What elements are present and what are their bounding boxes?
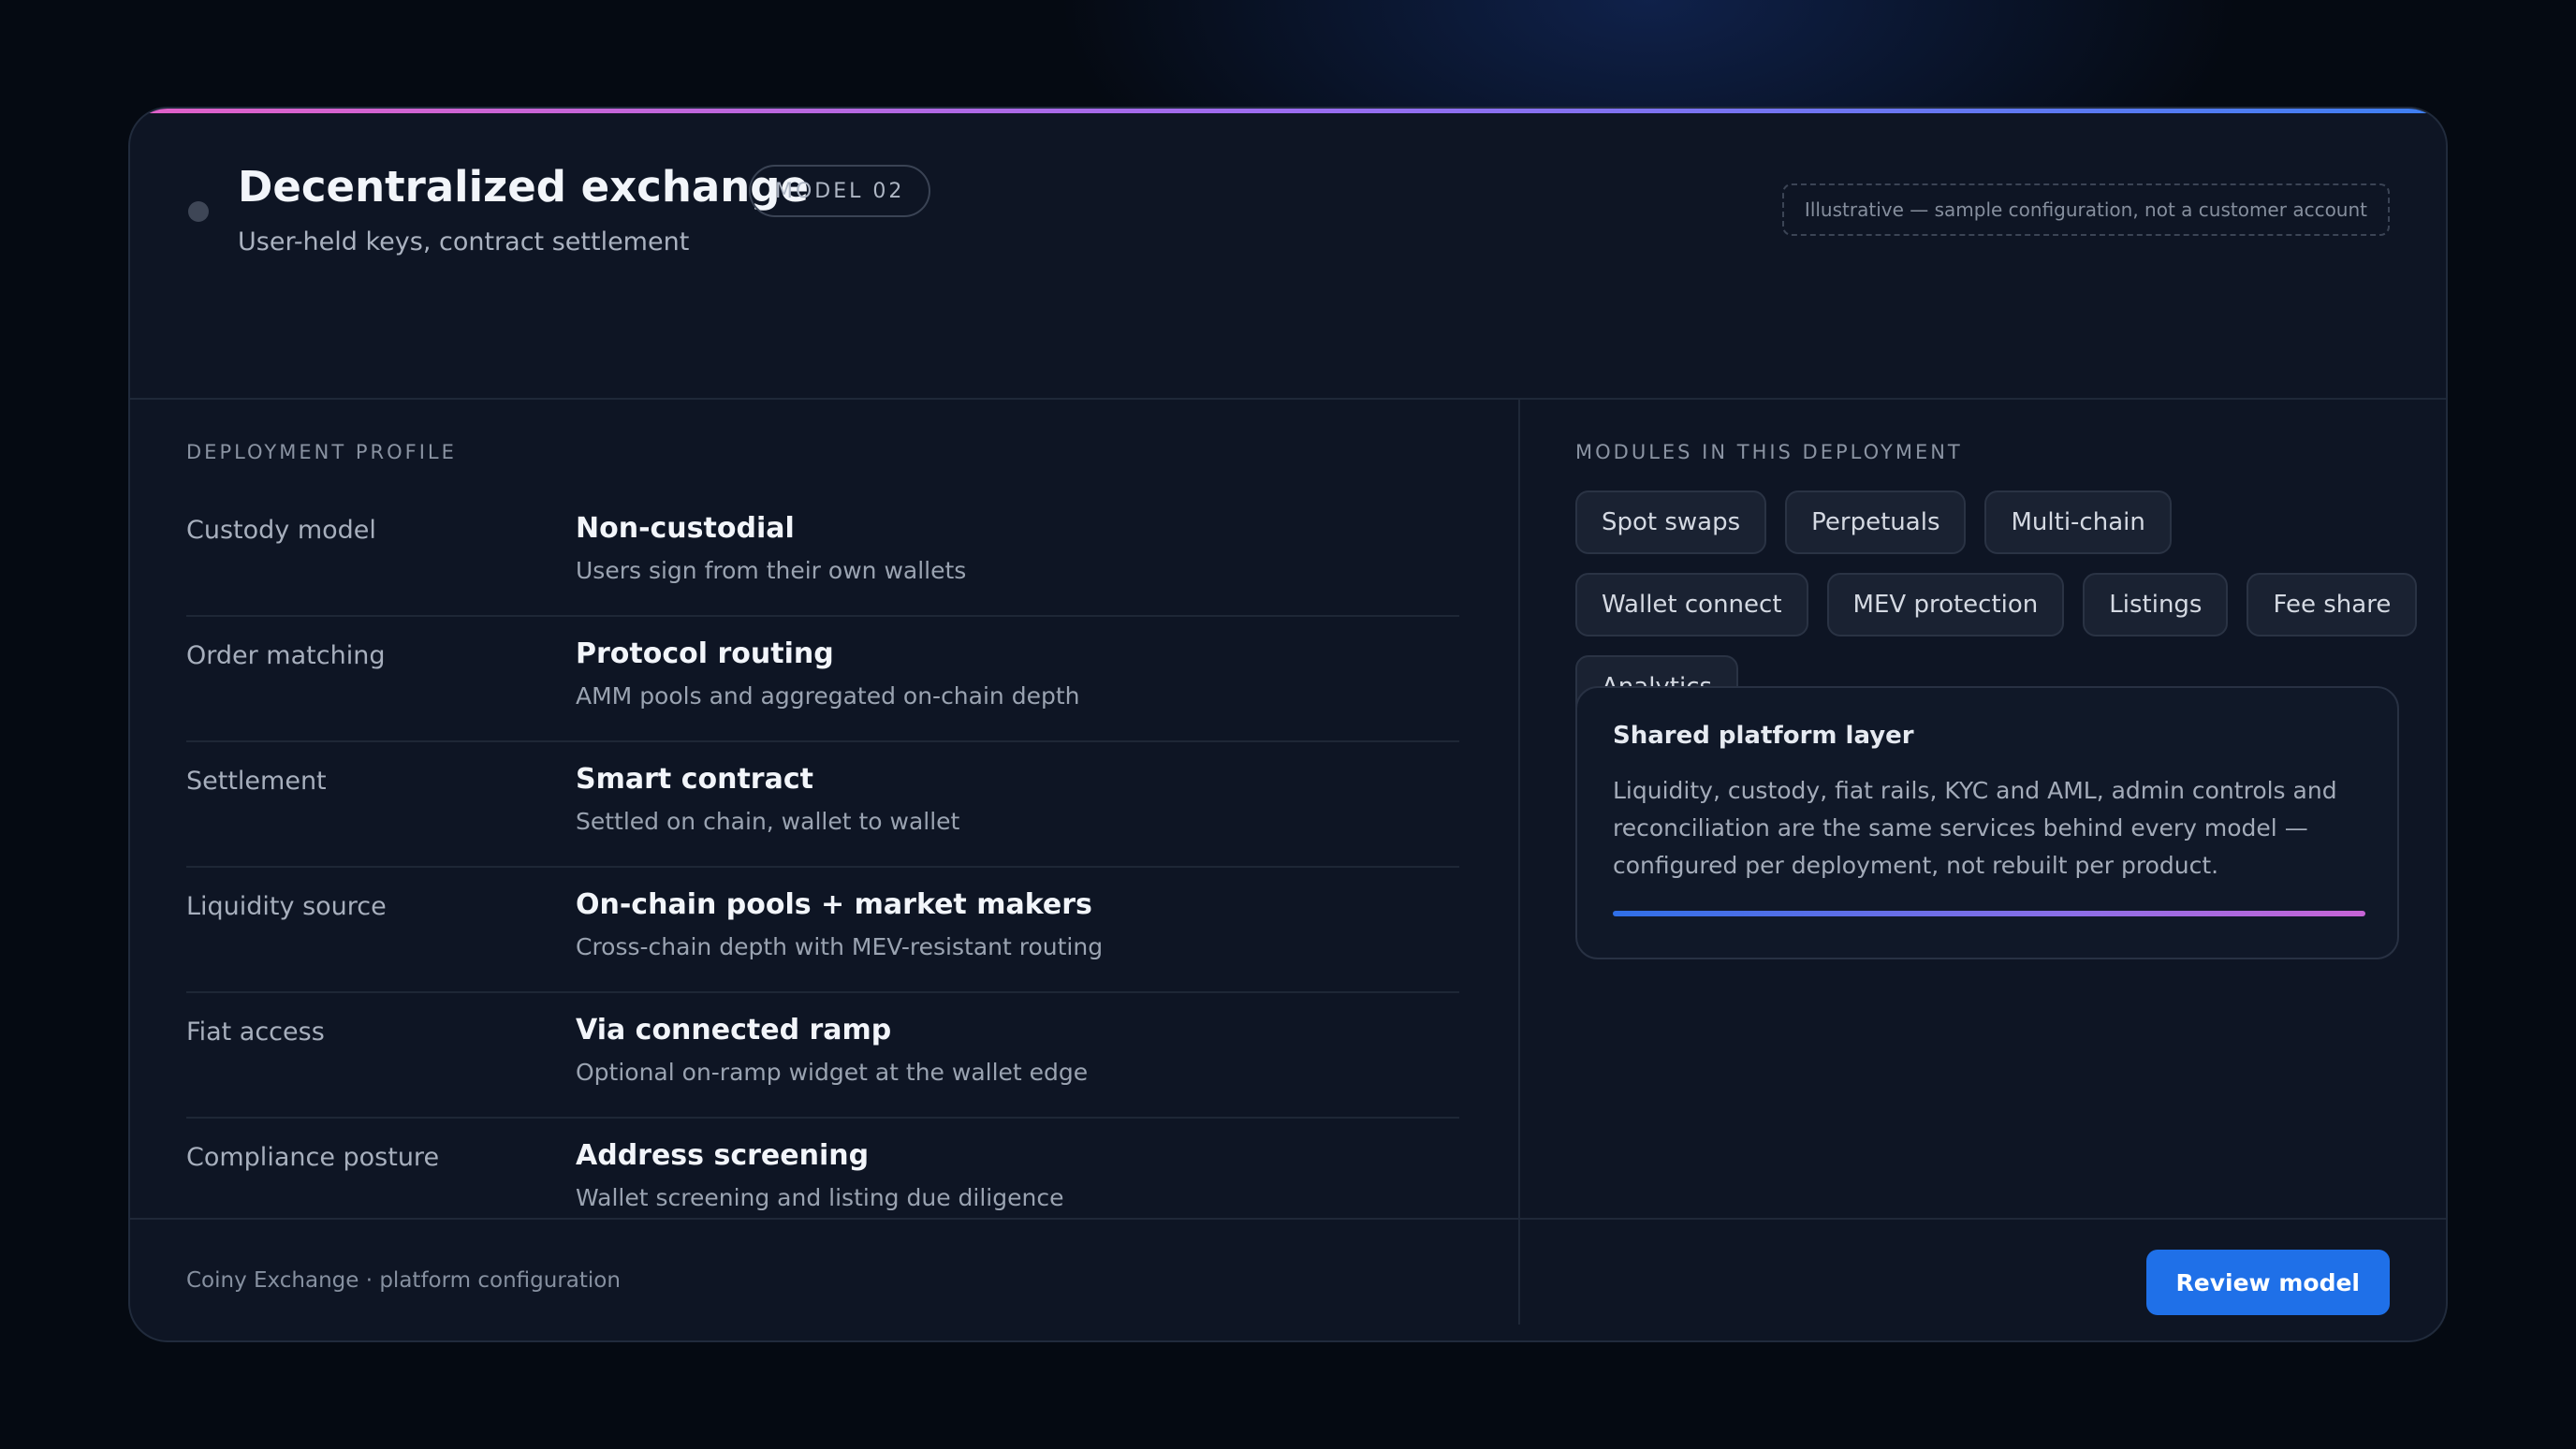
profile-row-description: Settled on chain, wallet to wallet xyxy=(576,808,960,835)
module-chip-list: Spot swaps Perpetuals Multi-chain Wallet… xyxy=(1575,490,2418,719)
modules-panel: MODULES IN THIS DEPLOYMENT Spot swaps Pe… xyxy=(1522,400,2446,1325)
model-card: Decentralized exchange MODEL 02 User-hel… xyxy=(128,107,2448,1342)
illustrative-disclaimer: Illustrative — sample configuration, not… xyxy=(1781,183,2390,236)
profile-row-value: Non-custodial xyxy=(576,512,795,545)
page-subtitle: User-held keys, contract settlement xyxy=(238,227,690,256)
shared-platform-gradient-fill xyxy=(1613,911,2365,916)
review-model-button[interactable]: Review model xyxy=(2145,1250,2390,1315)
profile-row-value: Protocol routing xyxy=(576,637,834,670)
profile-row-settlement: Settlement Smart contract Settled on cha… xyxy=(186,742,1459,868)
profile-row-label: Fiat access xyxy=(186,1017,325,1046)
deployment-profile-panel: DEPLOYMENT PROFILE Custody model Non-cus… xyxy=(130,400,1520,1325)
module-chip-multi-chain[interactable]: Multi-chain xyxy=(1984,490,2172,554)
module-chip-fee-share[interactable]: Fee share xyxy=(2247,573,2418,637)
module-chip-mev-protection[interactable]: MEV protection xyxy=(1826,573,2065,637)
profile-row-description: Users sign from their own wallets xyxy=(576,557,967,584)
deployment-profile-heading: DEPLOYMENT PROFILE xyxy=(186,441,457,463)
profile-row-fiat-access: Fiat access Via connected ramp Optional … xyxy=(186,993,1459,1119)
module-chip-spot-swaps[interactable]: Spot swaps xyxy=(1575,490,1767,554)
profile-row-description: Optional on-ramp widget at the wallet ed… xyxy=(576,1059,1089,1086)
module-chip-wallet-connect[interactable]: Wallet connect xyxy=(1575,573,1808,637)
profile-row-description: Wallet screening and listing due diligen… xyxy=(576,1184,1064,1211)
profile-row-order-matching: Order matching Protocol routing AMM pool… xyxy=(186,617,1459,742)
profile-row-value: Via connected ramp xyxy=(576,1014,892,1046)
card-header: Decentralized exchange MODEL 02 User-hel… xyxy=(130,113,2446,400)
status-dot-icon xyxy=(188,201,209,222)
profile-row-value: Smart contract xyxy=(576,763,813,796)
modules-heading: MODULES IN THIS DEPLOYMENT xyxy=(1575,441,1963,463)
profile-row-description: Cross-chain depth with MEV-resistant rou… xyxy=(576,933,1104,960)
profile-row-label: Compliance posture xyxy=(186,1143,440,1172)
shared-platform-gradient-bar xyxy=(1613,911,2365,916)
profile-row-label: Liquidity source xyxy=(186,892,387,921)
profile-row-label: Custody model xyxy=(186,516,376,545)
card-footer: Coiny Exchange · platform configuration … xyxy=(130,1218,2446,1340)
profile-row-liquidity-source: Liquidity source On-chain pools + market… xyxy=(186,868,1459,993)
profile-row-label: Order matching xyxy=(186,641,386,670)
profile-row-value: Address screening xyxy=(576,1139,870,1172)
footer-caption: Coiny Exchange · platform configuration xyxy=(186,1268,621,1293)
profile-row-value: On-chain pools + market makers xyxy=(576,888,1092,921)
profile-list: Custody model Non-custodial Users sign f… xyxy=(186,491,1459,1244)
profile-row-custody: Custody model Non-custodial Users sign f… xyxy=(186,491,1459,617)
page-title: Decentralized exchange xyxy=(238,162,810,212)
shared-platform-title: Shared platform layer xyxy=(1613,722,1914,750)
module-chip-listings[interactable]: Listings xyxy=(2083,573,2229,637)
profile-row-label: Settlement xyxy=(186,767,327,796)
shared-platform-layer-card: Shared platform layer Liquidity, custody… xyxy=(1575,686,2399,959)
model-badge: MODEL 02 xyxy=(749,165,931,217)
profile-row-description: AMM pools and aggregated on-chain depth xyxy=(576,682,1080,710)
module-chip-perpetuals[interactable]: Perpetuals xyxy=(1785,490,1967,554)
shared-platform-description: Liquidity, custody, fiat rails, KYC and … xyxy=(1613,777,2337,879)
